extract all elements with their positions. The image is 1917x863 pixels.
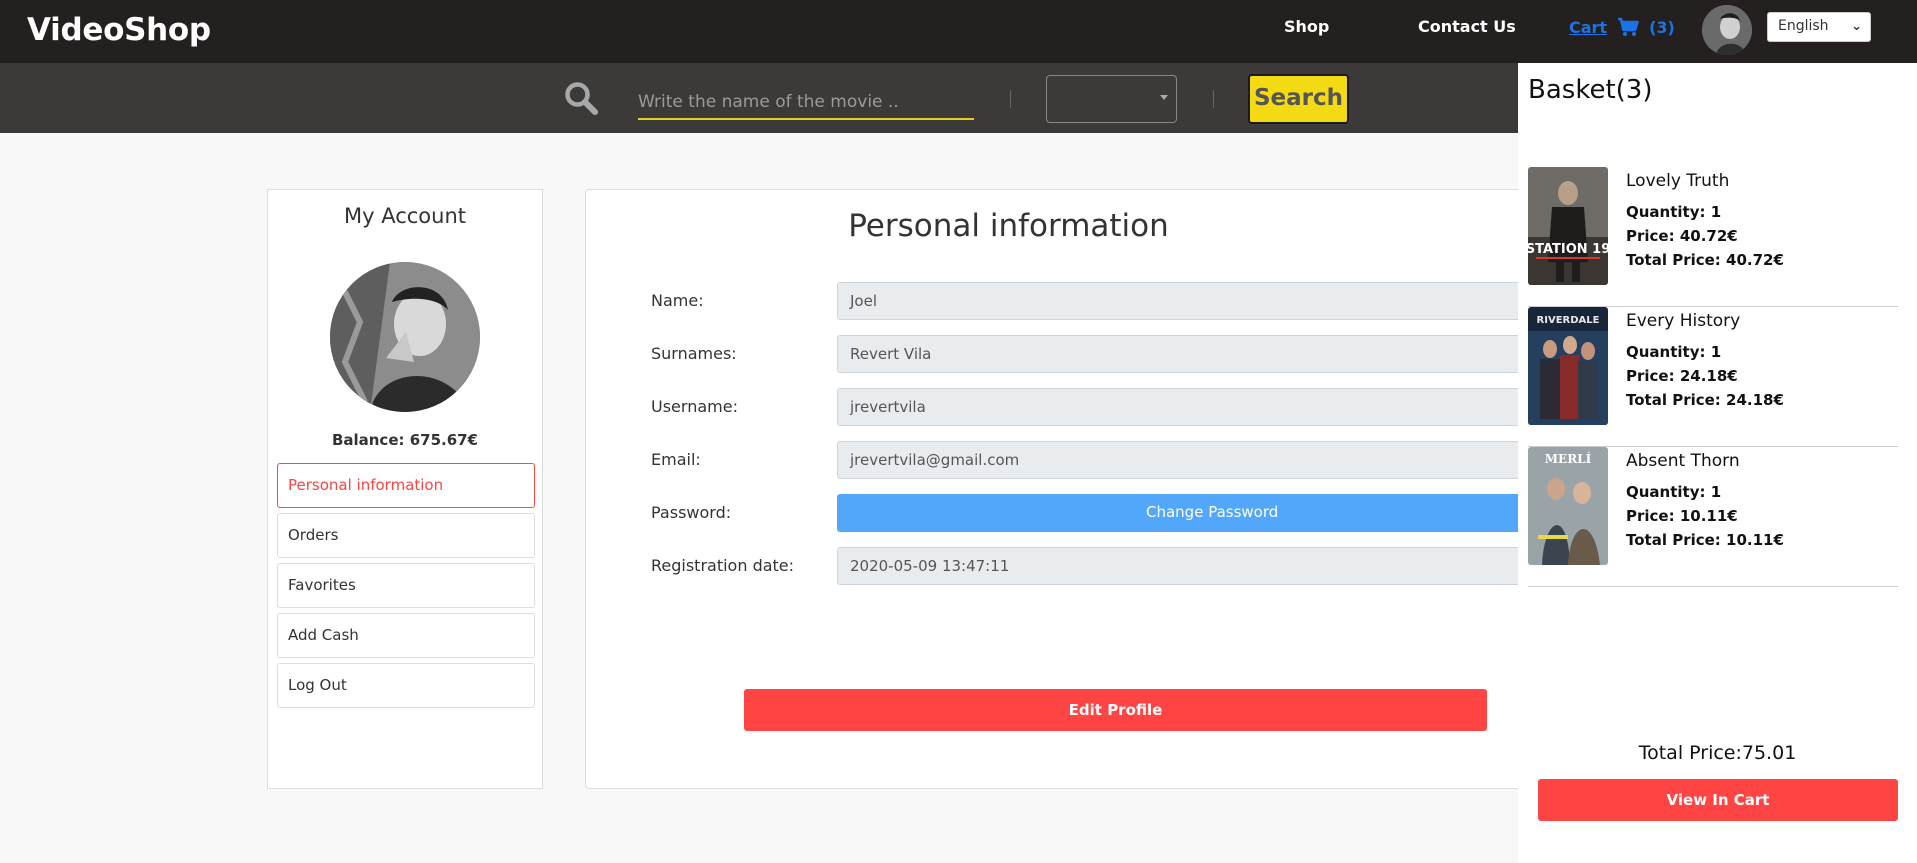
top-navbar: VideoShop Shop Contact Us Cart (3) Engli… [0,0,1917,63]
brand-logo[interactable]: VideoShop [27,12,211,48]
movie-poster[interactable]: MERLÍ [1528,447,1608,565]
language-selected-value: English [1778,18,1829,34]
surnames-label: Surnames: [651,344,737,363]
item-total-price: Total Price: 10.11€ [1626,531,1784,549]
genre-select[interactable] [1046,75,1177,123]
item-name[interactable]: Every History [1626,311,1740,331]
basket-item[interactable]: RIVERDALE Every History Quantity: 1 Pric… [1528,307,1898,447]
search-button[interactable]: Search [1248,74,1349,124]
item-quantity: Quantity: 1 [1626,483,1722,501]
poster-title: RIVERDALE [1537,315,1600,326]
basket-title: Basket(3) [1528,75,1653,105]
divider [1010,90,1011,108]
basket-sidebar: Basket(3) STATION 19 Lovely Truth Quanti… [1518,63,1917,863]
personal-info-panel: Personal information Name: Joel Surnames… [585,189,1537,789]
change-password-button[interactable]: Change Password [837,494,1537,532]
balance-text: Balance: 675.67€ [331,431,479,449]
profile-avatar [330,262,480,412]
profile-photo [330,262,480,412]
item-price: Price: 24.18€ [1626,367,1738,385]
account-panel: My Account Balance: 675.67€ Personal inf… [267,189,543,789]
movie-poster[interactable]: RIVERDALE [1528,307,1608,425]
item-quantity: Quantity: 1 [1626,203,1722,221]
basket-total-price: Total Price:75.01 [1638,742,1797,764]
item-name[interactable]: Absent Thorn [1626,451,1740,471]
language-select[interactable]: English ⌄ [1767,12,1871,42]
registration-date-label: Registration date: [651,556,795,575]
shopping-cart-icon[interactable] [1617,17,1639,37]
email-label: Email: [651,450,701,469]
menu-item-favorites[interactable]: Favorites [277,563,535,608]
account-title: My Account [343,204,466,228]
menu-item-log-out[interactable]: Log Out [277,663,535,708]
user-avatar[interactable] [1702,5,1752,55]
item-total-price: Total Price: 24.18€ [1626,391,1784,409]
basket-item[interactable]: MERLÍ Absent Thorn Quantity: 1 Price: 10… [1528,447,1898,587]
search-icon[interactable] [563,80,599,116]
basket-item[interactable]: STATION 19 Lovely Truth Quantity: 1 Pric… [1528,167,1898,307]
item-price: Price: 10.11€ [1626,507,1738,525]
menu-item-add-cash[interactable]: Add Cash [277,613,535,658]
caret-down-icon [1160,95,1168,100]
cart-count[interactable]: (3) [1649,18,1675,37]
password-label: Password: [651,503,732,522]
username-field[interactable]: jrevertvila [837,388,1537,426]
item-price: Price: 40.72€ [1626,227,1738,245]
divider [1213,90,1214,108]
surnames-field[interactable]: Revert Vila [837,335,1537,373]
edit-profile-button[interactable]: Edit Profile [744,689,1487,731]
avatar-image [1702,5,1752,55]
item-total-price: Total Price: 40.72€ [1626,251,1784,269]
item-name[interactable]: Lovely Truth [1626,171,1729,191]
name-label: Name: [651,291,704,310]
poster-title: MERLÍ [1545,451,1592,466]
chevron-down-icon: ⌄ [1851,19,1862,34]
menu-item-personal-information[interactable]: Personal information [277,463,535,508]
nav-cart-link[interactable]: Cart (3) [1569,17,1675,37]
nav-contact-link[interactable]: Contact Us [1418,17,1516,36]
username-label: Username: [651,397,738,416]
menu-item-orders[interactable]: Orders [277,513,535,558]
registration-date-field[interactable]: 2020-05-09 13:47:11 [837,547,1537,585]
search-input[interactable] [638,80,974,120]
nav-shop-link[interactable]: Shop [1284,17,1329,36]
view-in-cart-button[interactable]: View In Cart [1538,779,1898,821]
poster-title: STATION 19 [1528,242,1608,257]
name-field[interactable]: Joel [837,282,1537,320]
cart-label[interactable]: Cart [1569,18,1607,37]
movie-poster[interactable]: STATION 19 [1528,167,1608,285]
item-quantity: Quantity: 1 [1626,343,1722,361]
email-field[interactable]: jrevertvila@gmail.com [837,441,1537,479]
page-title: Personal information [848,208,1169,244]
